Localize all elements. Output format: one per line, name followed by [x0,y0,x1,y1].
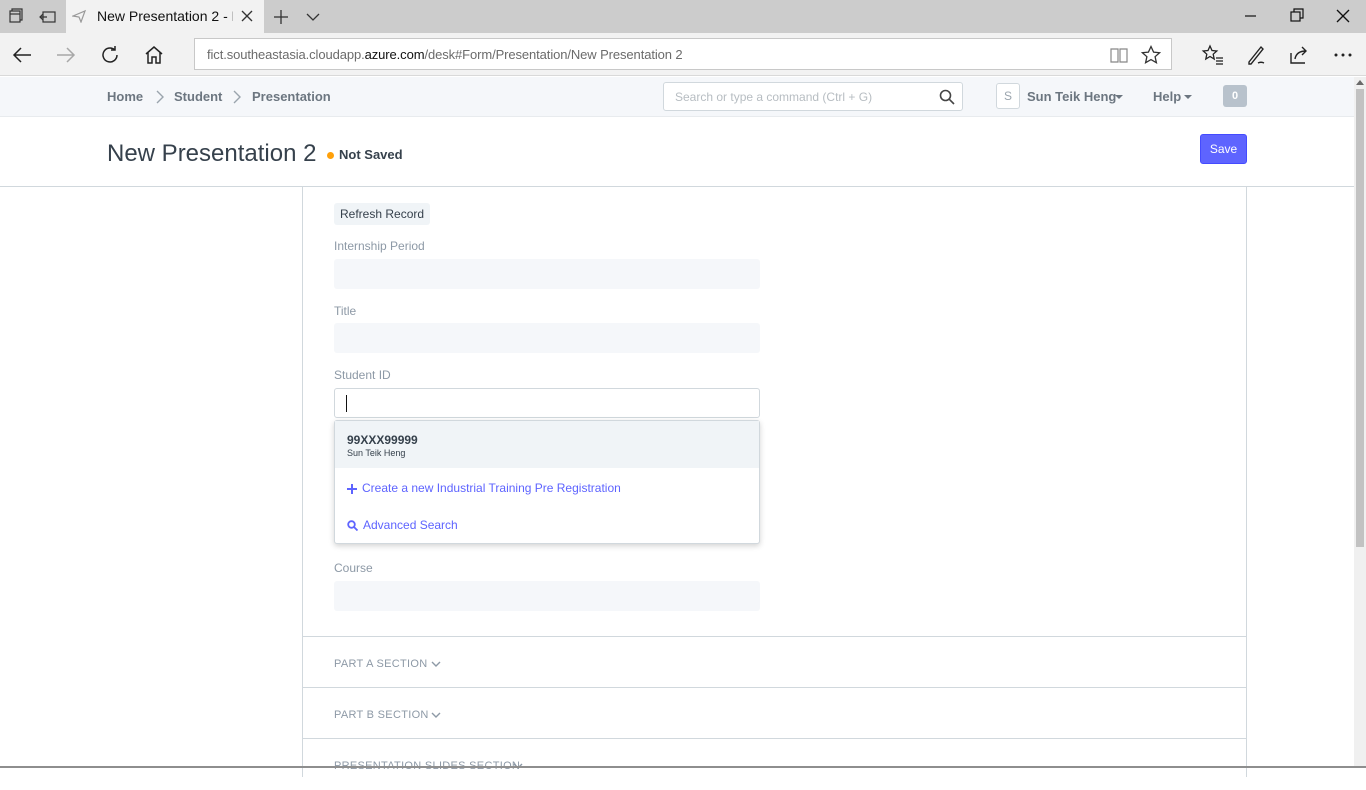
search-icon[interactable] [938,88,956,106]
option-student-name: Sun Teik Heng [347,448,406,458]
breadcrumb-student[interactable]: Student [174,89,222,104]
page-scrollbar[interactable] [1354,77,1366,768]
page-title: New Presentation 2 [107,140,317,167]
text-cursor [346,395,347,412]
back-icon[interactable] [10,43,34,67]
internship-period-label: Internship Period [334,239,425,253]
advanced-search-link[interactable]: Advanced Search [347,518,458,532]
help-menu[interactable]: Help [1153,89,1181,104]
tab-preview-chevron-icon[interactable] [303,7,323,27]
option-student-id: 99XXX99999 [347,433,418,447]
site-favicon-icon [72,9,86,23]
tab-manager-icon[interactable] [6,7,26,27]
window-close-icon[interactable] [1333,6,1353,26]
chevron-down-icon[interactable] [430,658,442,670]
chevron-down-icon[interactable] [430,709,442,721]
student-id-label: Student ID [334,368,391,382]
save-button[interactable]: Save [1200,134,1247,164]
status-badge: Not Saved [339,147,403,162]
status-indicator-dot [327,152,334,159]
tab-title: New Presentation 2 - N [97,8,233,24]
share-icon[interactable] [1287,43,1311,67]
section-title: PART A SECTION [334,658,428,670]
breadcrumb-chevron-icon [153,89,167,105]
create-new-link[interactable]: Create a new Industrial Training Pre Reg… [347,481,621,495]
set-tabs-aside-icon[interactable] [38,7,58,27]
breadcrumb-chevron-icon [230,89,244,105]
scrollbar-thumb[interactable] [1356,89,1364,547]
title-label: Title [334,304,357,318]
search-icon [347,520,358,532]
form-layout: Refresh Record Internship Period Title S… [302,187,1247,777]
web-note-pen-icon[interactable] [1244,43,1268,67]
breadcrumb-presentation[interactable]: Presentation [252,89,331,104]
browser-tab-active[interactable]: New Presentation 2 - N [66,0,264,33]
create-new-label: Create a new Industrial Training Pre Reg… [362,481,621,495]
restore-icon[interactable] [1287,6,1307,26]
user-menu-caret-icon[interactable] [1115,95,1123,99]
page-head: New Presentation 2 Not Saved Save [0,117,1354,187]
scroll-up-arrow-icon[interactable] [1356,79,1364,85]
tab-close-icon[interactable] [239,8,255,24]
plus-icon [347,483,357,494]
course-field[interactable] [334,581,760,611]
search-placeholder: Search or type a command (Ctrl + G) [675,90,873,104]
section-presentation-slides[interactable]: PRESENTATION SLIDES SECTION [303,738,1246,790]
internship-period-field[interactable] [334,259,760,289]
more-menu-icon[interactable] [1331,43,1355,67]
home-icon[interactable] [142,43,166,67]
section-part-b[interactable]: PART B SECTION [303,687,1246,739]
section-part-a[interactable]: PART A SECTION [303,636,1246,688]
new-tab-icon[interactable] [271,7,291,27]
breadcrumb-home[interactable]: Home [107,89,143,104]
command-search-input[interactable]: Search or type a command (Ctrl + G) [663,82,963,111]
user-menu[interactable]: Sun Teik Heng [1027,89,1116,104]
advanced-search-label: Advanced Search [363,518,458,532]
minimize-icon[interactable] [1241,6,1261,26]
course-label: Course [334,561,373,575]
notification-badge[interactable]: 0 [1223,85,1247,107]
address-bar[interactable]: fict.southeastasia.cloudapp.azure.com/de… [194,38,1172,70]
avatar[interactable]: S [996,83,1020,109]
app-navbar: Home Student Presentation Search or type… [0,77,1354,117]
title-field[interactable] [334,323,760,353]
refresh-icon[interactable] [98,43,122,67]
favorite-star-icon[interactable] [1140,44,1162,66]
address-url: fict.southeastasia.cloudapp.azure.com/de… [207,47,683,62]
favorites-hub-icon[interactable] [1201,43,1225,67]
forward-icon[interactable] [54,43,78,67]
dropdown-option-student[interactable]: 99XXX99999 Sun Teik Heng [335,421,759,468]
browser-nav-bar: fict.southeastasia.cloudapp.azure.com/de… [0,33,1366,76]
browser-tab-bar: New Presentation 2 - N [0,0,1366,33]
reading-view-icon[interactable] [1108,44,1130,66]
section-title: PART B SECTION [334,709,429,721]
student-id-field[interactable] [334,388,760,418]
help-caret-icon[interactable] [1184,95,1192,99]
student-id-dropdown: 99XXX99999 Sun Teik Heng Create a new In… [334,420,760,544]
refresh-record-button[interactable]: Refresh Record [334,203,431,225]
